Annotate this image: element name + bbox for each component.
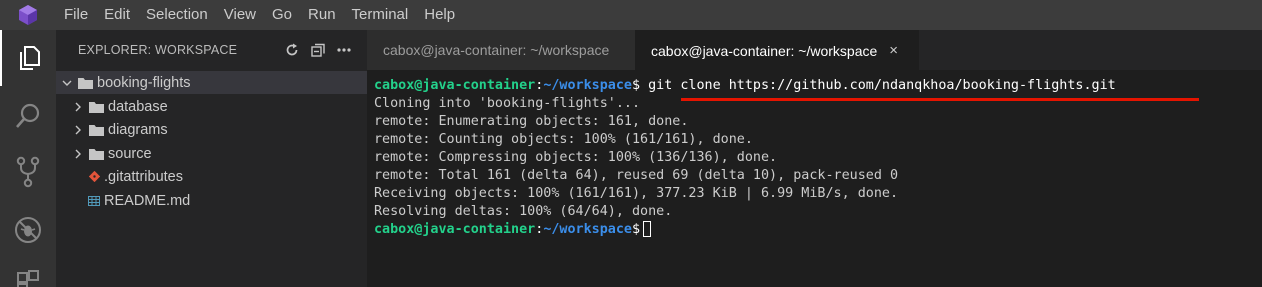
explorer-icon[interactable] xyxy=(0,30,56,86)
terminal-output-line: remote: Total 161 (delta 64), reused 69 … xyxy=(374,168,899,183)
tree-folder-source[interactable]: source xyxy=(56,142,382,165)
chevron-down-icon xyxy=(60,80,74,86)
terminal-tab-bar: cabox@java-container: ~/workspace cabox@… xyxy=(367,30,1262,70)
terminal-cursor[interactable] xyxy=(643,221,652,237)
search-icon[interactable] xyxy=(0,88,56,144)
explorer-title: EXPLORER: WORKSPACE xyxy=(78,43,238,57)
terminal-tab-1[interactable]: cabox@java-container: ~/workspace xyxy=(367,30,635,70)
terminal-output-line: remote: Counting objects: 100% (161/161)… xyxy=(374,132,753,147)
refresh-icon[interactable] xyxy=(283,40,301,60)
menu-view[interactable]: View xyxy=(216,0,264,30)
tree-folder-diagrams[interactable]: diagrams xyxy=(56,118,382,141)
activity-bar xyxy=(0,30,56,287)
folder-icon xyxy=(89,148,104,160)
terminal-output-line: remote: Compressing objects: 100% (136/1… xyxy=(374,150,778,165)
tree-label: database xyxy=(108,98,168,115)
menu-go[interactable]: Go xyxy=(264,0,300,30)
menu-edit[interactable]: Edit xyxy=(96,0,138,30)
prompt-user: cabox@java-container xyxy=(374,78,536,93)
tree-label: .gitattributes xyxy=(104,168,183,185)
menu-selection[interactable]: Selection xyxy=(138,0,216,30)
tree-file-gitattributes[interactable]: .gitattributes xyxy=(56,165,397,188)
folder-icon xyxy=(78,77,93,89)
tree-folder-database[interactable]: database xyxy=(56,95,382,118)
collapse-all-icon[interactable] xyxy=(309,40,327,60)
terminal-output-line: Resolving deltas: 100% (64/64), done. xyxy=(374,204,673,219)
tab-label: cabox@java-container: ~/workspace xyxy=(651,42,878,59)
prompt-user: cabox@java-container xyxy=(374,222,536,237)
terminal-output-line: remote: Enumerating objects: 161, done. xyxy=(374,114,689,129)
chevron-right-icon xyxy=(71,102,85,112)
tree-label: README.md xyxy=(104,192,191,209)
tree-label: booking-flights xyxy=(97,74,191,91)
menu-file[interactable]: File xyxy=(56,0,96,30)
tree-file-readme[interactable]: README.md xyxy=(56,189,397,212)
extensions-icon[interactable] xyxy=(0,258,56,287)
folder-icon xyxy=(89,101,104,113)
tree-label: diagrams xyxy=(108,121,168,138)
menu-run[interactable]: Run xyxy=(300,0,344,30)
menu-terminal[interactable]: Terminal xyxy=(344,0,417,30)
tree-label: source xyxy=(108,145,152,162)
terminal-output-line: Cloning into 'booking-flights'... xyxy=(374,96,641,111)
tree-folder-booking-flights[interactable]: booking-flights xyxy=(56,71,371,94)
terminal-panel[interactable]: cabox@java-container:~/workspace$ git cl… xyxy=(367,70,1262,287)
source-control-icon[interactable] xyxy=(0,144,56,200)
prompt-path: ~/workspace xyxy=(543,222,632,237)
terminal-command-line: cabox@java-container:~/workspace$ git cl… xyxy=(374,77,1116,95)
terminal-tab-2[interactable]: cabox@java-container: ~/workspace × xyxy=(635,30,919,70)
more-actions-icon[interactable] xyxy=(335,40,353,60)
folder-icon xyxy=(89,124,104,136)
prompt-path: ~/workspace xyxy=(543,78,632,93)
app-logo-icon xyxy=(0,0,56,30)
menu-bar: File Edit Selection View Go Run Terminal… xyxy=(0,0,1262,30)
terminal-output-line: Receiving objects: 100% (161/161), 377.2… xyxy=(374,186,899,201)
terminal-prompt-line: cabox@java-container:~/workspace$ xyxy=(374,221,652,239)
chevron-right-icon xyxy=(71,149,85,159)
prompt-sign: $ xyxy=(632,222,641,237)
terminal-command: git clone https://github.com/ndanqkhoa/b… xyxy=(640,78,1116,93)
prompt-sign: $ xyxy=(632,78,641,93)
chevron-right-icon xyxy=(71,125,85,135)
markdown-icon xyxy=(86,195,102,206)
close-icon[interactable]: × xyxy=(889,42,898,59)
debug-icon[interactable] xyxy=(0,202,56,258)
tab-label: cabox@java-container: ~/workspace xyxy=(383,42,610,58)
git-icon xyxy=(86,171,102,182)
annotation-underline xyxy=(681,98,1199,101)
menu-help[interactable]: Help xyxy=(416,0,463,30)
explorer-sidebar: EXPLORER: WORKSPACE booking-flights data… xyxy=(56,30,371,287)
